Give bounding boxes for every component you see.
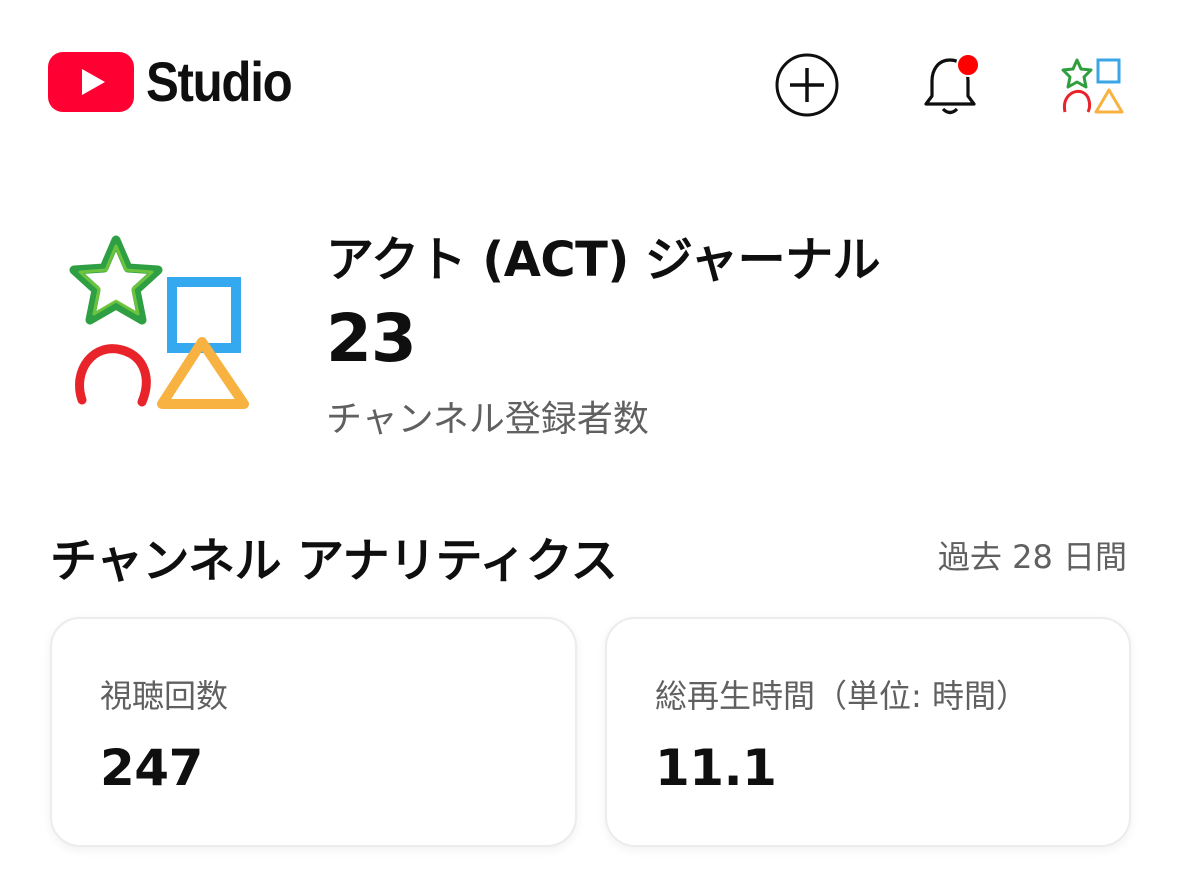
analytics-section-title: チャンネル アナリティクス — [50, 534, 618, 589]
subscriber-count: 23 — [326, 300, 417, 377]
channel-avatar-icon — [69, 235, 249, 409]
notifications-button[interactable] — [915, 50, 985, 120]
analytics-period: 過去 28 日間 — [937, 538, 1127, 576]
metric-value: 247 — [100, 739, 203, 797]
plus-circle-icon — [775, 53, 839, 117]
watch-time-metric-card[interactable]: 総再生時間（単位: 時間） 11.1 — [605, 617, 1131, 847]
metric-label: 総再生時間（単位: 時間） — [655, 677, 1028, 715]
youtube-studio-logo[interactable]: Studio — [48, 52, 311, 112]
avatar-shapes-icon — [1061, 58, 1124, 114]
metric-value: 11.1 — [655, 739, 777, 797]
channel-name: アクト (ACT) ジャーナル — [326, 232, 881, 288]
views-metric-card[interactable]: 視聴回数 247 — [50, 617, 577, 847]
subscriber-label: チャンネル登録者数 — [326, 399, 649, 440]
create-button[interactable] — [772, 50, 842, 120]
top-app-bar: Studio — [0, 0, 1179, 170]
studio-wordmark: Studio — [146, 50, 293, 113]
metric-label: 視聴回数 — [100, 677, 229, 715]
account-avatar-button[interactable] — [1060, 54, 1126, 116]
bell-icon — [924, 53, 980, 115]
channel-summary: アクト (ACT) ジャーナル 23 チャンネル登録者数 — [0, 200, 1179, 460]
youtube-play-icon — [48, 52, 134, 112]
